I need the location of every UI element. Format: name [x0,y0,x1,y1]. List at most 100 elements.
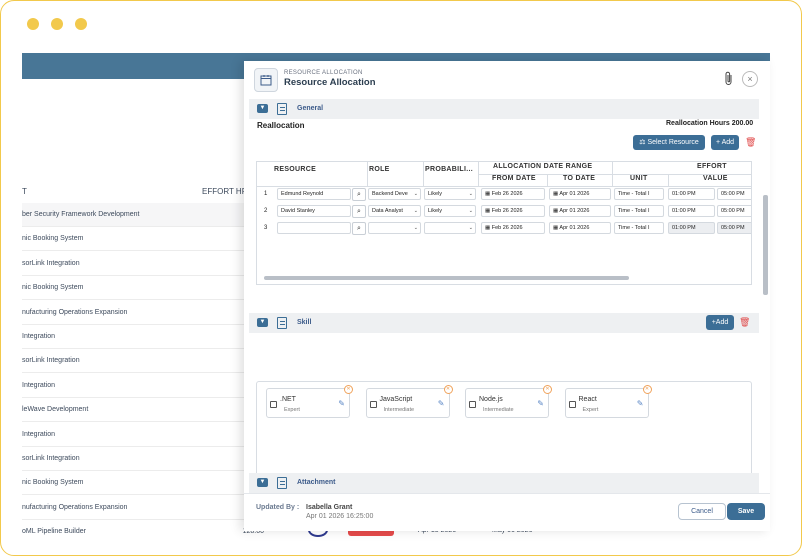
end-time-select[interactable]: 05:00 PM [717,205,751,217]
role-select[interactable]: Data Analyst ⌄ [368,205,421,217]
table-row[interactable]: oML Pipeline Builder 128.00 [22,520,264,541]
table-row[interactable]: Integration9 [22,374,264,398]
end-time-select[interactable]: 05:00 PM [717,188,751,200]
add-skill-button[interactable]: +Add [706,315,734,330]
skill-level: Intermediate [483,407,514,413]
project-name: Integration [22,430,56,438]
project-name: Integration [22,333,56,340]
unit-select[interactable]: Time - Total I [614,222,664,234]
from-date-input[interactable]: ▦ Feb 26 2026 [481,222,545,234]
start-time-select[interactable]: 01:00 PM [668,188,715,200]
skill-card[interactable]: Node.js Intermediate ✎ ✕ [465,385,552,418]
from-date-input[interactable]: ▦ Feb 26 2026 [481,188,545,200]
search-icon[interactable]: ⌕ [352,222,366,235]
window-dots [27,18,87,30]
skill-checkbox[interactable] [369,401,377,408]
unit-select[interactable]: Time - Total I [614,188,664,200]
from-date-input[interactable]: ▦ Feb 26 2026 [481,205,545,217]
probability-select[interactable]: Likely ⌄ [424,188,476,200]
edit-icon[interactable]: ✎ [338,399,345,408]
skill-section-label: Skill [297,319,312,326]
table-row[interactable]: nic Booking System10 [22,227,264,252]
unit-select[interactable]: Time - Total I [614,205,664,217]
skill-section-header[interactable]: ▼ Skill [249,313,759,333]
table-row[interactable]: sorLink Integration5 [22,447,264,471]
chevron-down-icon[interactable]: ▼ [257,318,268,327]
table-row[interactable]: ber Security Framework Development10 [22,203,264,227]
paperclip-icon[interactable] [724,71,736,87]
remove-icon[interactable]: ✕ [543,385,552,394]
skill-checkbox[interactable] [469,401,476,408]
role-select[interactable]: Backend Deve ⌄ [368,188,421,200]
edit-icon[interactable]: ✎ [438,399,445,408]
search-icon[interactable]: ⌕ [352,205,366,218]
from-date-header: FROM DATE [492,175,536,182]
calendar-icon [254,68,278,92]
project-name: nic Booking System [22,235,84,243]
start-time-select[interactable]: 01:00 PM [668,222,715,234]
resource-input[interactable] [277,222,351,234]
probability-select[interactable]: Likely ⌄ [424,205,476,217]
edit-icon[interactable]: ✎ [637,399,644,408]
to-date-input[interactable]: ▦ Apr 01 2026 [549,188,611,200]
remove-icon[interactable]: ✕ [344,385,353,394]
table-row[interactable]: leWave Development8 [22,398,264,423]
trash-icon[interactable]: 🗑 [745,137,756,148]
resource-input[interactable]: David Stanley [277,205,351,217]
role-select[interactable]: ⌄ [368,222,421,234]
skill-card[interactable]: JavaScript Intermediate ✎ ✕ [365,385,453,418]
to-date-input[interactable]: ▦ Apr 01 2026 [549,222,611,234]
document-icon [277,477,287,489]
attachment-section-header[interactable]: ▼ Attachment [249,473,759,493]
row-number: 1 [264,191,268,197]
resource-allocation-modal: RESOURCE ALLOCATION Resource Allocation … [244,61,770,531]
table-row[interactable]: Integration10 [22,423,264,447]
save-button[interactable]: Save [727,503,765,520]
remove-icon[interactable]: ✕ [642,385,652,394]
table-row[interactable]: nufacturing Operations Expansion12 [22,496,264,520]
skill-card[interactable]: React Expert ✎ ✕ [564,385,652,418]
updated-by-name: Isabella Grant [306,504,353,511]
select-resource-button[interactable]: ⚖ Select Resource [633,135,705,150]
end-time-select[interactable]: 05:00 PM [717,222,751,234]
add-resource-button[interactable]: + Add [711,135,739,150]
horizontal-scrollbar[interactable] [256,274,752,282]
skill-level: Expert [582,407,599,413]
general-section-header[interactable]: ▼ General [249,99,759,119]
project-name: sorLink Integration [22,455,80,462]
resource-input[interactable]: Edmund Reynold [277,188,351,200]
skill-checkbox[interactable] [568,401,576,408]
table-row[interactable]: sorLink Integration20 [22,349,264,374]
row-number: 2 [264,208,268,214]
skill-checkbox[interactable] [270,401,277,408]
table-row[interactable]: nic Booking System16 [22,276,264,301]
search-icon[interactable]: ⌕ [352,188,366,201]
reallocation-hours: Reallocation Hours 200.00 [666,120,754,127]
edit-icon[interactable]: ✎ [537,399,544,408]
effort-header: EFFORT [697,163,727,170]
chevron-down-icon: ⌄ [413,208,418,214]
table-row[interactable]: sorLink Integration5 [22,252,264,276]
table-row[interactable]: Integration10 [22,325,264,349]
trash-icon[interactable]: 🗑 [739,317,750,328]
table-row[interactable]: nic Booking System4 [22,471,264,496]
chevron-down-icon[interactable]: ▼ [257,478,268,487]
unit-header: UNIT [630,175,648,182]
modal-title: Resource Allocation [284,77,376,88]
vertical-scrollbar[interactable] [763,97,768,492]
to-date-input[interactable]: ▦ Apr 01 2026 [549,205,611,217]
project-name: ber Security Framework Development [22,211,140,218]
close-icon[interactable]: × [742,71,758,87]
remove-icon[interactable]: ✕ [443,385,453,394]
reallocation-label: Reallocation [257,121,305,130]
chevron-down-icon: ⌄ [468,208,473,214]
project-name: nic Booking System [22,479,84,487]
skill-card[interactable]: .NET Expert ✎ ✕ [266,385,353,418]
table-row[interactable]: nufacturing Operations Expansion12 [22,301,264,325]
cancel-button[interactable]: Cancel [678,503,726,520]
chevron-down-icon[interactable]: ▼ [257,104,268,113]
skill-level: Intermediate [383,407,415,413]
project-name: nufacturing Operations Expansion [22,308,128,316]
start-time-select[interactable]: 01:00 PM [668,205,715,217]
probability-select[interactable]: ⌄ [424,222,476,234]
